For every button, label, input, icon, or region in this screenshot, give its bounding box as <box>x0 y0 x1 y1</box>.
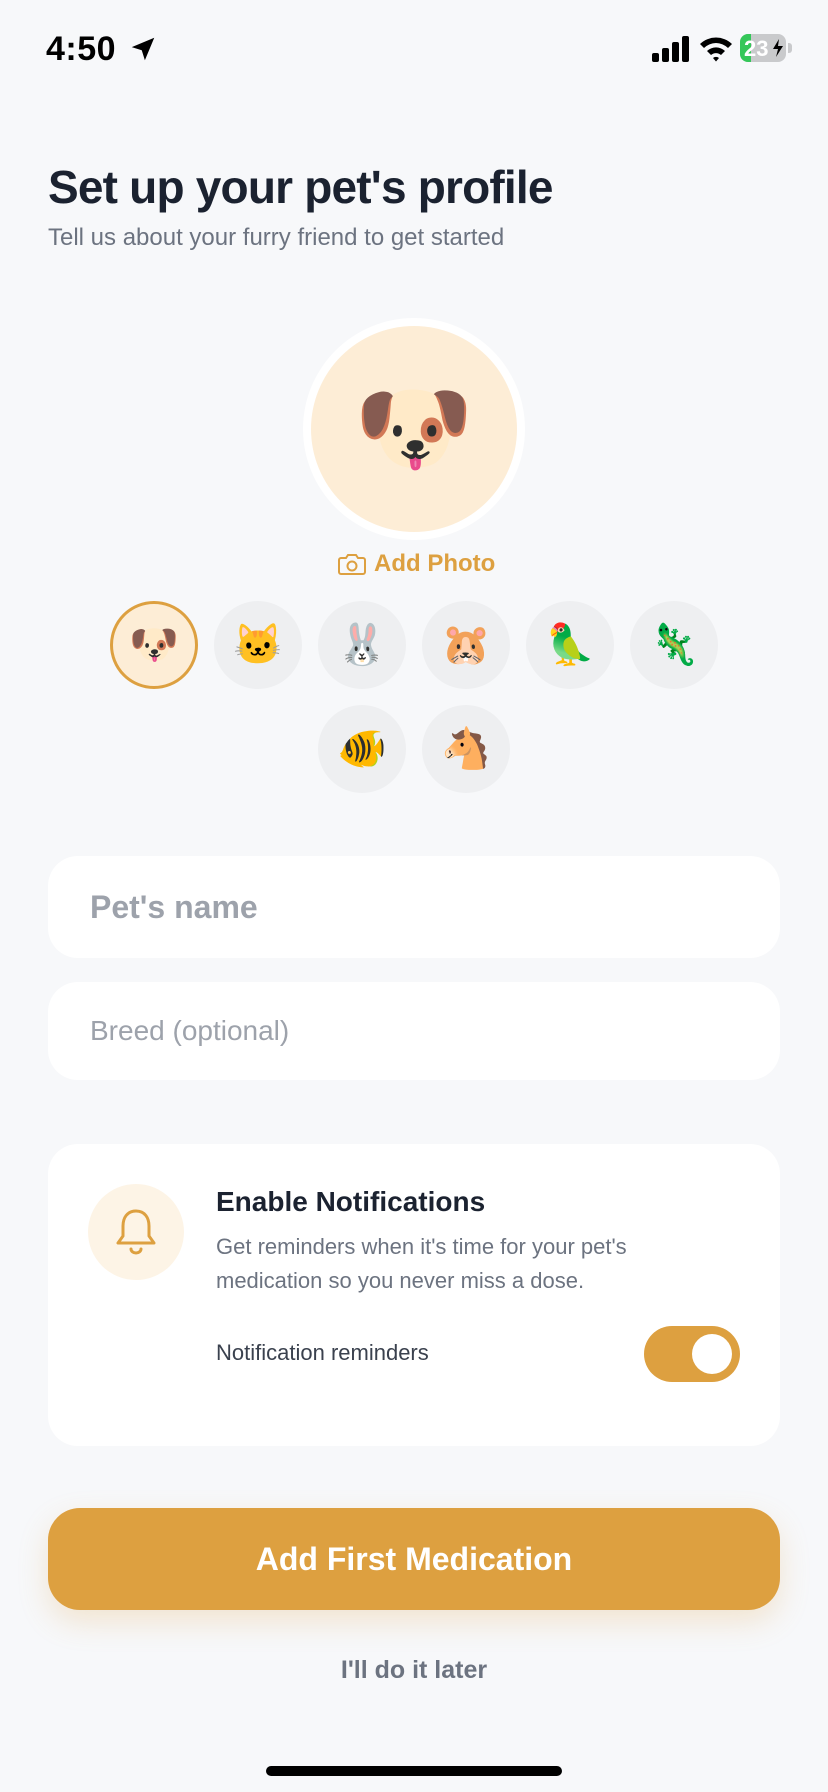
notifications-card: Enable Notifications Get reminders when … <box>48 1144 780 1446</box>
pet-type-horse[interactable]: 🐴 <box>422 705 510 793</box>
notification-reminders-label: Notification reminders <box>216 1340 429 1365</box>
location-arrow-icon <box>131 37 155 61</box>
pet-type-dog[interactable]: 🐶 <box>110 601 198 689</box>
pet-type-hamster[interactable]: 🐹 <box>422 601 510 689</box>
home-indicator <box>266 1766 562 1776</box>
breed-input[interactable] <box>88 1014 732 1048</box>
add-first-medication-button[interactable]: Add First Medication <box>48 1508 780 1610</box>
status-time: 4:50 <box>46 30 117 68</box>
status-bar: 4:50 23 <box>0 0 828 100</box>
wifi-icon <box>700 37 732 62</box>
battery-level: 23 <box>744 36 769 61</box>
pet-name-field[interactable] <box>48 856 780 958</box>
notifications-title: Enable Notifications <box>216 1186 486 1217</box>
page-title: Set up your pet's profile <box>48 161 553 213</box>
page-subtitle: Tell us about your furry friend to get s… <box>48 224 505 251</box>
bell-icon <box>116 1209 156 1255</box>
add-photo-label: Add Photo <box>374 550 496 577</box>
add-photo-button[interactable]: Add Photo <box>338 548 495 580</box>
pet-type-lizard[interactable]: 🦎 <box>630 601 718 689</box>
do-it-later-link[interactable]: I'll do it later <box>0 1656 828 1685</box>
pet-name-input[interactable] <box>88 887 732 927</box>
notifications-description: Get reminders when it's time for your pe… <box>216 1234 627 1293</box>
notification-reminders-toggle[interactable] <box>644 1326 740 1382</box>
pet-type-cat[interactable]: 🐱 <box>214 601 302 689</box>
toggle-knob <box>692 1334 732 1374</box>
breed-field[interactable] <box>48 982 780 1080</box>
camera-icon <box>338 554 366 575</box>
pet-avatar-emoji: 🐶 <box>311 326 517 532</box>
cellular-signal-icon <box>652 36 689 62</box>
pet-type-rabbit[interactable]: 🐰 <box>318 601 406 689</box>
battery-charging-icon: 23 <box>740 34 792 62</box>
pet-type-parrot[interactable]: 🦜 <box>526 601 614 689</box>
bell-icon-badge <box>88 1184 184 1280</box>
pet-avatar[interactable]: 🐶 <box>303 318 525 540</box>
pet-type-fish[interactable]: 🐠 <box>318 705 406 793</box>
